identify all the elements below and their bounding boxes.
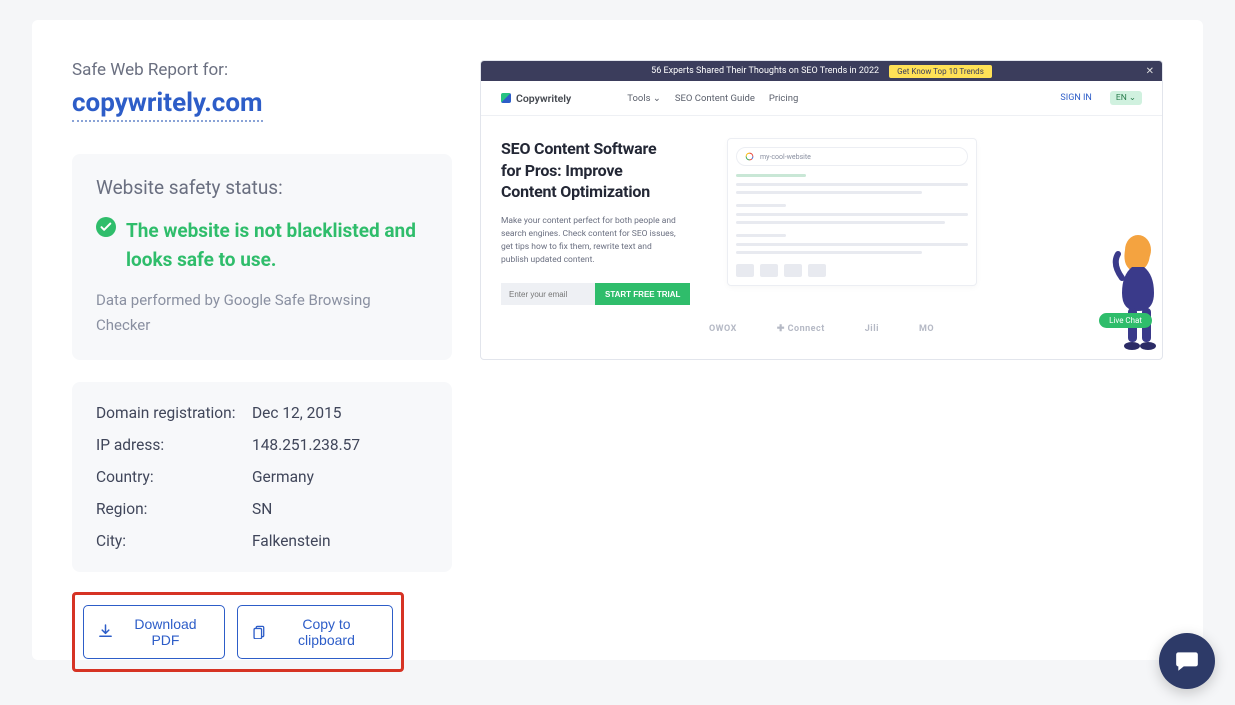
preview-top-banner: 56 Experts Shared Their Thoughts on SEO … bbox=[481, 61, 1162, 81]
safety-status-provider: Data performed by Google Safe Browsing C… bbox=[96, 288, 428, 338]
info-value: SN bbox=[252, 500, 272, 518]
google-g-icon bbox=[745, 152, 754, 161]
preview-logo-3: Jili bbox=[865, 324, 879, 334]
preview-header: Copywritely Tools ⌄ SEO Content Guide Pr… bbox=[481, 81, 1162, 116]
preview-banner-cta: Get Know Top 10 Trends bbox=[889, 65, 992, 78]
left-column: Safe Web Report for: copywritely.com Web… bbox=[32, 60, 452, 626]
preview-logo-4: MO bbox=[919, 324, 934, 334]
download-pdf-label: Download PDF bbox=[121, 616, 210, 648]
website-preview: 56 Experts Shared Their Thoughts on SEO … bbox=[480, 60, 1163, 360]
info-value: 148.251.238.57 bbox=[252, 436, 360, 454]
info-value: Falkenstein bbox=[252, 532, 331, 550]
chat-bubble-icon bbox=[1174, 648, 1200, 674]
safety-status-message: The website is not blacklisted and looks… bbox=[126, 217, 428, 274]
info-row: IP adress:148.251.238.57 bbox=[96, 436, 428, 454]
info-label: Country: bbox=[96, 468, 252, 486]
preview-hero-left: SEO Content Software for Pros: Improve C… bbox=[501, 138, 701, 336]
preview-hero-right: my-cool-website bbox=[727, 138, 1142, 336]
info-row: City:Falkenstein bbox=[96, 532, 428, 550]
preview-signup-form: START FREE TRIAL bbox=[501, 283, 701, 305]
preview-signin: SIGN IN bbox=[1060, 93, 1091, 103]
report-card: Safe Web Report for: copywritely.com Web… bbox=[32, 20, 1203, 660]
preview-mock-search: my-cool-website bbox=[736, 147, 968, 166]
clipboard-icon bbox=[252, 624, 267, 639]
info-label: Region: bbox=[96, 500, 252, 518]
preview-nav-guide: SEO Content Guide bbox=[675, 93, 755, 104]
preview-mock-results bbox=[736, 174, 968, 277]
close-icon: ✕ bbox=[1146, 66, 1154, 77]
safety-status-title: Website safety status: bbox=[96, 176, 428, 199]
preview-nav: Tools ⌄ SEO Content Guide Pricing bbox=[627, 93, 798, 104]
copy-clipboard-button[interactable]: Copy to clipboard bbox=[237, 605, 393, 659]
preview-email-input bbox=[501, 283, 595, 305]
preview-brand-logo: Copywritely bbox=[501, 92, 571, 105]
preview-brand-name: Copywritely bbox=[516, 92, 571, 105]
brand-mark-icon bbox=[501, 93, 511, 103]
info-label: IP adress: bbox=[96, 436, 252, 454]
preview-lang: EN ⌄ bbox=[1110, 91, 1142, 105]
preview-hero-title: SEO Content Software for Pros: Improve C… bbox=[501, 138, 701, 203]
info-row: Region:SN bbox=[96, 500, 428, 518]
report-label: Safe Web Report for: bbox=[72, 60, 452, 80]
info-row: Country:Germany bbox=[96, 468, 428, 486]
preview-hero-desc: Make your content perfect for both peopl… bbox=[501, 215, 681, 268]
preview-body: SEO Content Software for Pros: Improve C… bbox=[481, 116, 1162, 336]
preview-nav-pricing: Pricing bbox=[769, 93, 798, 104]
person-illustration-icon bbox=[1108, 234, 1163, 354]
right-column: 56 Experts Shared Their Thoughts on SEO … bbox=[480, 60, 1203, 626]
check-circle-icon bbox=[96, 217, 116, 237]
info-value: Dec 12, 2015 bbox=[252, 404, 342, 422]
download-pdf-button[interactable]: Download PDF bbox=[83, 605, 225, 659]
chevron-down-icon: ⌄ bbox=[653, 93, 661, 104]
info-label: Domain registration: bbox=[96, 404, 252, 422]
info-row: Domain registration:Dec 12, 2015 bbox=[96, 404, 428, 422]
info-value: Germany bbox=[252, 468, 314, 486]
preview-client-logos: OWOX ✚ Connect Jili MO bbox=[481, 324, 1162, 334]
chevron-down-icon: ⌄ bbox=[1129, 93, 1136, 103]
download-icon bbox=[98, 624, 113, 639]
preview-banner-text: 56 Experts Shared Their Thoughts on SEO … bbox=[651, 66, 879, 76]
domain-info-panel: Domain registration:Dec 12, 2015IP adres… bbox=[72, 382, 452, 572]
preview-mock-search-text: my-cool-website bbox=[760, 153, 811, 161]
copy-clipboard-label: Copy to clipboard bbox=[275, 616, 378, 648]
preview-start-trial-button: START FREE TRIAL bbox=[595, 283, 690, 305]
chat-fab-button[interactable] bbox=[1159, 633, 1215, 689]
info-label: City: bbox=[96, 532, 252, 550]
preview-nav-tools: Tools ⌄ bbox=[627, 93, 661, 104]
preview-logo-2: ✚ Connect bbox=[777, 324, 825, 334]
preview-logo-1: OWOX bbox=[709, 324, 737, 334]
preview-mock-browser: my-cool-website bbox=[727, 138, 977, 286]
safety-status-panel: Website safety status: The website is no… bbox=[72, 154, 452, 360]
domain-link[interactable]: copywritely.com bbox=[72, 88, 263, 122]
action-buttons-highlight: Download PDF Copy to clipboard bbox=[72, 592, 404, 672]
